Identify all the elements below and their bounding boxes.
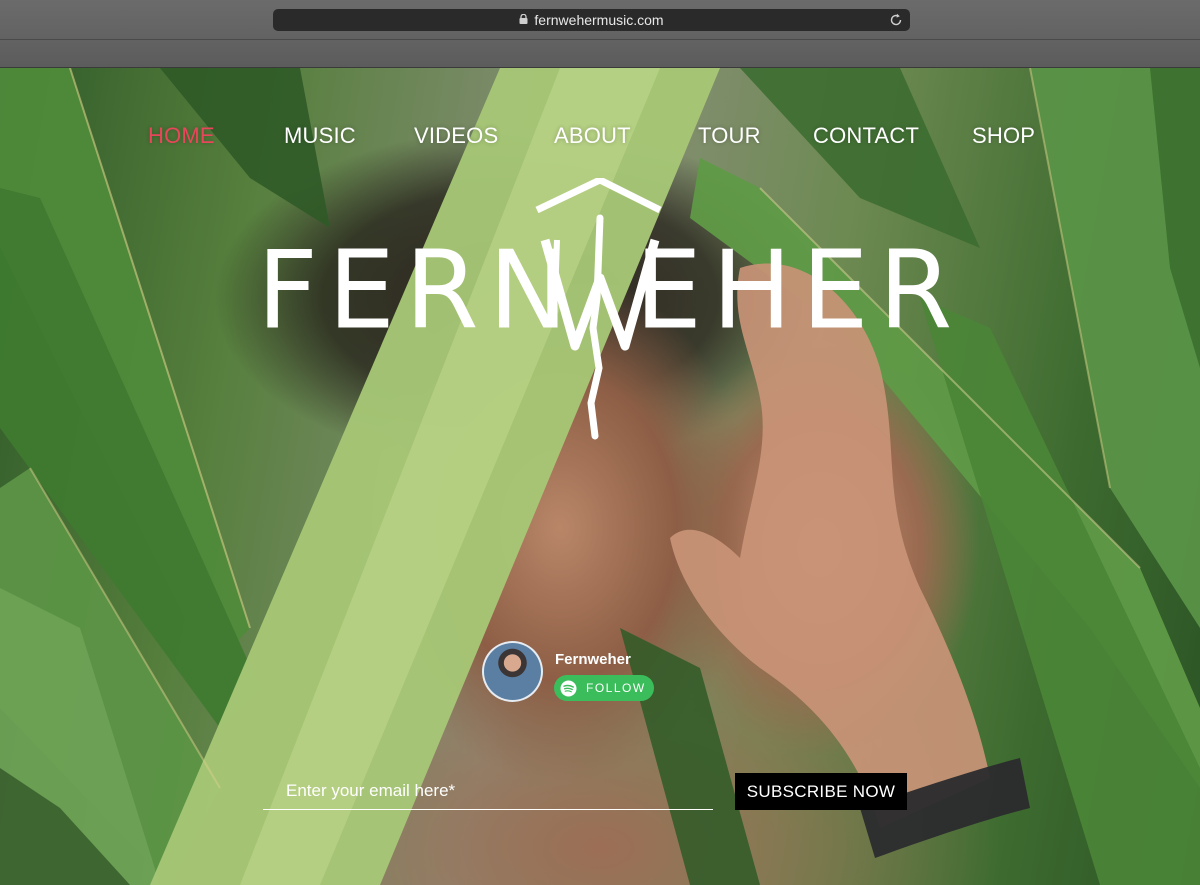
follow-label: FOLLOW [586,681,646,695]
artist-name[interactable]: Fernweher [555,651,631,668]
main-nav: HOME MUSIC VIDEOS ABOUT TOUR CONTACT SHO… [0,123,1200,149]
spotify-icon [560,680,577,696]
nav-item-about[interactable]: ABOUT [554,123,631,149]
reload-icon[interactable] [888,12,904,28]
nav-item-home[interactable]: HOME [148,123,215,149]
artist-avatar[interactable] [482,641,543,702]
nav-item-videos[interactable]: VIDEOS [414,123,498,149]
nav-item-shop[interactable]: SHOP [972,123,1035,149]
browser-toolbar: fernwehermusic.com [0,0,1200,68]
subscribe-button[interactable]: SUBSCRIBE NOW [735,773,907,810]
lock-icon [519,14,528,24]
fernweher-logo[interactable]: FERN EHER [255,178,952,443]
nav-item-music[interactable]: MUSIC [284,123,356,149]
email-input[interactable] [263,772,713,810]
toolbar-divider [0,39,1200,40]
nav-item-tour[interactable]: TOUR [698,123,761,149]
url-text: fernwehermusic.com [534,12,664,28]
nav-item-contact[interactable]: CONTACT [813,123,919,149]
address-bar[interactable]: fernwehermusic.com [273,9,910,31]
spotify-follow-button[interactable]: FOLLOW [554,675,654,701]
spotify-follow-widget: Fernweher FOLLOW [482,641,662,703]
logo-text-right: EHER [635,227,963,354]
